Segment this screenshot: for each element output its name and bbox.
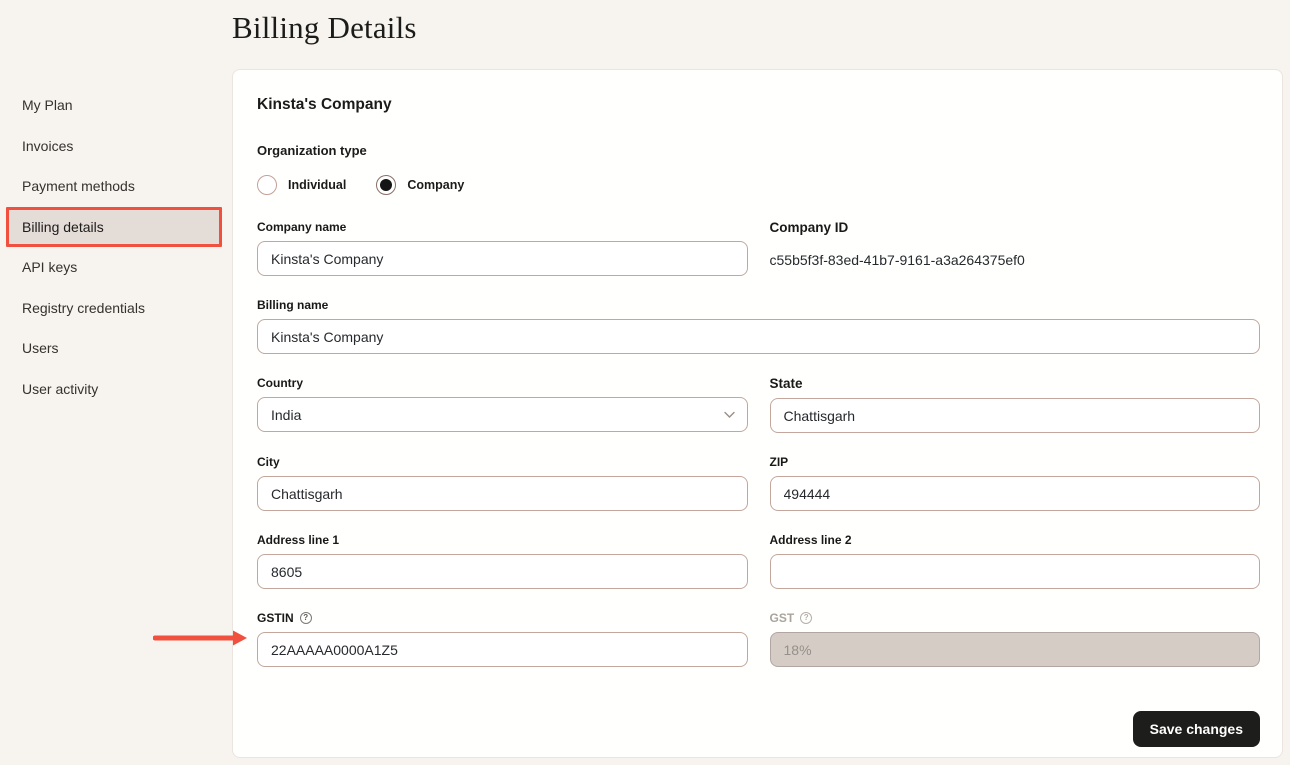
company-name-label: Company name — [257, 220, 748, 234]
address-line-2-label: Address line 2 — [770, 533, 1261, 547]
city-label: City — [257, 455, 748, 469]
company-id-value: c55b5f3f-83ed-41b7-9161-a3a264375ef0 — [770, 252, 1261, 268]
billing-name-input[interactable] — [257, 319, 1260, 354]
billing-details-card: Kinsta's Company Organization type Indiv… — [232, 69, 1283, 758]
gstin-input[interactable] — [257, 632, 748, 667]
sidebar-item-api-keys[interactable]: API keys — [0, 247, 222, 288]
gst-label-row: GST ? — [770, 611, 1261, 625]
address-line-1-input[interactable] — [257, 554, 748, 589]
city-input[interactable] — [257, 476, 748, 511]
sidebar-item-user-activity[interactable]: User activity — [0, 369, 222, 410]
zip-label: ZIP — [770, 455, 1261, 469]
company-name-input[interactable] — [257, 241, 748, 276]
sidebar-item-invoices[interactable]: Invoices — [0, 126, 222, 167]
radio-company-label: Company — [407, 178, 464, 192]
gstin-label-row: GSTIN ? — [257, 611, 748, 625]
sidebar-item-my-plan[interactable]: My Plan — [0, 85, 222, 126]
billing-name-label: Billing name — [257, 298, 1260, 312]
save-changes-button[interactable]: Save changes — [1133, 711, 1260, 747]
country-select[interactable] — [257, 397, 748, 432]
address-line-2-input[interactable] — [770, 554, 1261, 589]
page-title: Billing Details — [232, 10, 417, 46]
country-label: Country — [257, 376, 748, 390]
radio-individual-circle-icon[interactable] — [257, 175, 277, 195]
zip-input[interactable] — [770, 476, 1261, 511]
company-id-label: Company ID — [770, 220, 1261, 235]
sidebar-item-billing-details[interactable]: Billing details — [6, 207, 222, 248]
state-label: State — [770, 376, 1261, 391]
company-heading: Kinsta's Company — [257, 96, 1260, 114]
radio-individual[interactable]: Individual — [257, 175, 346, 195]
organization-type-radio-group: Individual Company — [257, 175, 1260, 195]
gstin-label: GSTIN — [257, 611, 294, 625]
billing-form: Company name Company ID c55b5f3f-83ed-41… — [257, 220, 1260, 667]
gstin-help-icon[interactable]: ? — [300, 612, 312, 624]
radio-individual-label: Individual — [288, 178, 346, 192]
gstin-pointer-arrow-icon — [153, 629, 248, 647]
address-line-1-label: Address line 1 — [257, 533, 748, 547]
sidebar: My Plan Invoices Payment methods Billing… — [0, 85, 222, 409]
radio-company-circle-icon[interactable] — [376, 175, 396, 195]
gst-input — [770, 632, 1261, 667]
organization-type-label: Organization type — [257, 143, 1260, 158]
sidebar-item-payment-methods[interactable]: Payment methods — [0, 166, 222, 207]
gst-label: GST — [770, 611, 795, 625]
state-input[interactable] — [770, 398, 1261, 433]
sidebar-item-users[interactable]: Users — [0, 328, 222, 369]
gst-help-icon[interactable]: ? — [800, 612, 812, 624]
radio-company[interactable]: Company — [376, 175, 464, 195]
sidebar-item-registry-credentials[interactable]: Registry credentials — [0, 288, 222, 329]
